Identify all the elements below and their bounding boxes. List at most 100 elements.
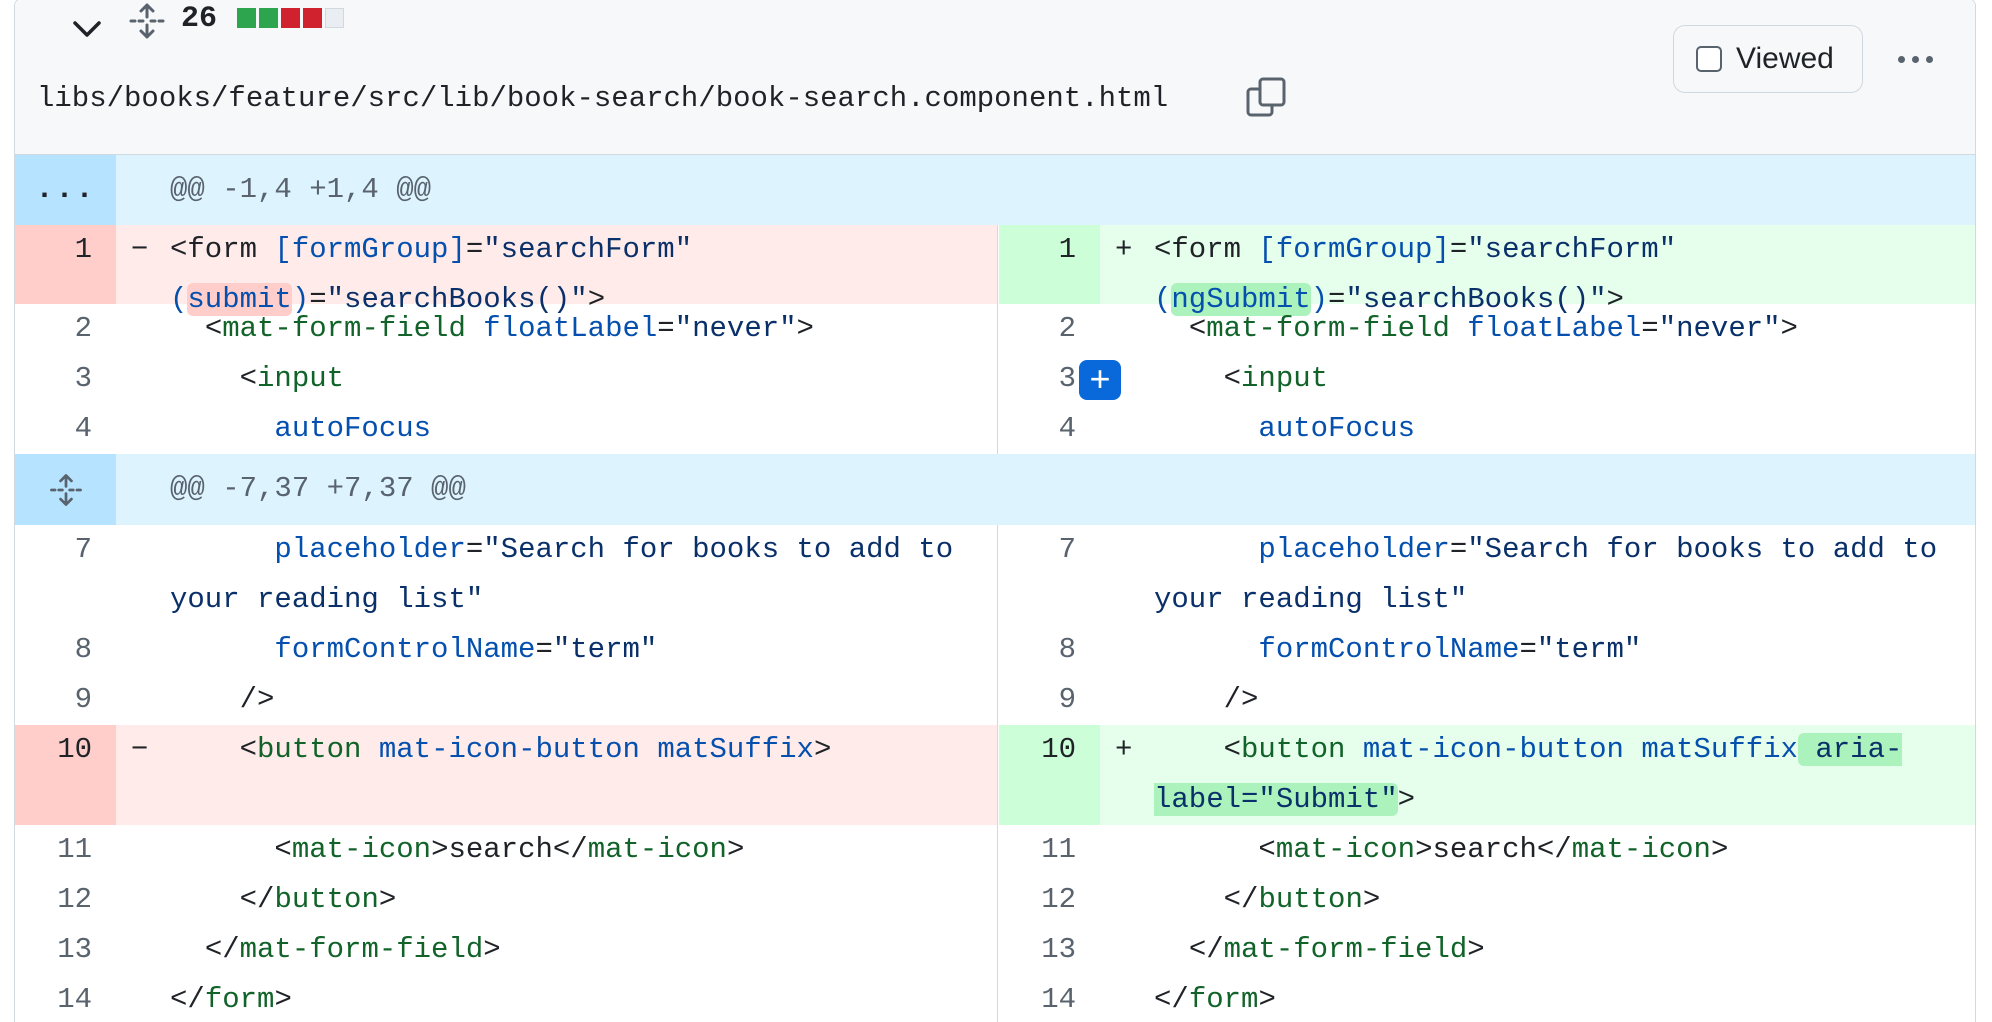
context-line: 2 <mat-form-field floatLabel="never"> bbox=[15, 304, 998, 354]
code-line: <mat-form-field floatLabel="never"> bbox=[1188, 312, 1798, 345]
line-number[interactable]: 1 bbox=[999, 225, 1100, 304]
context-line: 11 <mat-icon>search</mat-icon> bbox=[15, 825, 998, 875]
split-diff: ... @@ -1,4 +1,4 @@ 1 − <form [formGroup… bbox=[15, 155, 1975, 1022]
line-number[interactable]: 13 bbox=[15, 925, 116, 975]
line-number[interactable]: 4 bbox=[999, 404, 1100, 454]
kebab-horizontal-icon[interactable] bbox=[1891, 37, 1939, 81]
viewed-label: Viewed bbox=[1736, 42, 1834, 75]
diff-row: 8 formControlName="term" 8 formControlNa… bbox=[15, 625, 1975, 675]
line-number[interactable]: 1 bbox=[15, 225, 116, 304]
deletion-marker: − bbox=[131, 233, 149, 266]
diffstat-block-deleted bbox=[281, 8, 300, 28]
hunk-header-text: @@ -7,37 +7,37 @@ bbox=[170, 472, 466, 505]
context-line: 3 + <input bbox=[999, 354, 1975, 404]
context-line: 8 formControlName="term" bbox=[15, 625, 998, 675]
code-line: </mat-form-field> bbox=[204, 933, 501, 966]
code-line: /> bbox=[1223, 683, 1259, 716]
diffstat-block-deleted bbox=[303, 8, 322, 28]
copy-icon[interactable] bbox=[1244, 75, 1288, 119]
unfold-icon[interactable] bbox=[15, 454, 116, 525]
line-number[interactable]: 11 bbox=[15, 825, 116, 875]
file-header: 26 libs/books/feature/src/lib/book-searc… bbox=[15, 0, 1975, 155]
context-line: 14 </form> bbox=[15, 975, 998, 1022]
line-number[interactable]: 14 bbox=[15, 975, 116, 1022]
diff-row: 7 placeholder="Search for books to add t… bbox=[15, 525, 1975, 625]
line-number[interactable]: 9 bbox=[999, 675, 1100, 725]
context-line: 3 <input bbox=[15, 354, 998, 404]
plus-icon: + bbox=[1089, 358, 1111, 399]
context-line: 2 <mat-form-field floatLabel="never"> bbox=[999, 304, 1975, 354]
code-line: </button> bbox=[239, 883, 397, 916]
context-line: 7 placeholder="Search for books to add t… bbox=[999, 525, 1975, 625]
addition-marker: + bbox=[1115, 733, 1133, 766]
line-number[interactable]: 12 bbox=[999, 875, 1100, 925]
context-line: 9 /> bbox=[999, 675, 1975, 725]
checkbox-icon[interactable] bbox=[1696, 46, 1722, 72]
context-line: 4 autoFocus bbox=[15, 404, 998, 454]
diffstat-block-added bbox=[237, 8, 256, 28]
context-line: 14 </form> bbox=[999, 975, 1975, 1022]
line-number[interactable]: 2 bbox=[999, 304, 1100, 354]
context-line: 7 placeholder="Search for books to add t… bbox=[15, 525, 998, 625]
diff-row: 3 <input 3 + <input bbox=[15, 354, 1975, 404]
unfold-icon bbox=[49, 473, 82, 506]
context-line: 9 /> bbox=[15, 675, 998, 725]
code-line: <mat-icon>search</mat-icon> bbox=[1258, 833, 1729, 866]
added-line: 10 + <button mat-icon-button matSuffix a… bbox=[999, 725, 1975, 825]
line-number[interactable]: 8 bbox=[15, 625, 116, 675]
diff-row: 13 </mat-form-field> 13 </mat-form-field… bbox=[15, 925, 1975, 975]
line-number[interactable]: 7 bbox=[999, 525, 1100, 625]
line-number[interactable]: 8 bbox=[999, 625, 1100, 675]
diff-row: 12 </button> 12 </button> bbox=[15, 875, 1975, 925]
diff-row: 1 − <form [formGroup]="searchForm" (subm… bbox=[15, 225, 1975, 316]
added-line: 1 + <form [formGroup]="searchForm" (ngSu… bbox=[999, 225, 1975, 316]
expand-up-button[interactable]: ... bbox=[15, 155, 116, 225]
context-line: 12 </button> bbox=[15, 875, 998, 925]
line-number[interactable]: 3 bbox=[15, 354, 116, 404]
code-line: autoFocus bbox=[1258, 412, 1416, 445]
code-line: placeholder="Search for books to add to … bbox=[1154, 533, 1955, 616]
line-number[interactable]: 11 bbox=[999, 825, 1100, 875]
diff-row: 14 </form> 14 </form> bbox=[15, 975, 1975, 1022]
deleted-line: 10 − <button mat-icon-button matSuffix> bbox=[15, 725, 998, 825]
code-line: placeholder="Search for books to add to … bbox=[170, 533, 971, 616]
deletion-marker: − bbox=[131, 733, 149, 766]
code-line: <mat-form-field floatLabel="never"> bbox=[204, 312, 814, 345]
add-comment-button[interactable]: + bbox=[1079, 360, 1121, 400]
diff-row: 10 − <button mat-icon-button matSuffix> … bbox=[15, 725, 1975, 825]
context-line: 8 formControlName="term" bbox=[999, 625, 1975, 675]
line-number[interactable]: 4 bbox=[15, 404, 116, 454]
code-line: <button mat-icon-button matSuffix aria-l… bbox=[1154, 733, 1903, 816]
line-number[interactable]: 7 bbox=[15, 525, 116, 625]
context-line: 12 </button> bbox=[999, 875, 1975, 925]
code-line: </form> bbox=[1154, 983, 1276, 1016]
line-number[interactable]: 12 bbox=[15, 875, 116, 925]
addition-marker: + bbox=[1115, 233, 1133, 266]
deleted-line: 1 − <form [formGroup]="searchForm" (subm… bbox=[15, 225, 998, 316]
code-line: </form> bbox=[170, 983, 292, 1016]
context-line: 4 autoFocus bbox=[999, 404, 1975, 454]
code-line: </mat-form-field> bbox=[1188, 933, 1485, 966]
code-line: formControlName="term" bbox=[1258, 633, 1642, 666]
unfold-icon[interactable] bbox=[125, 1, 169, 41]
viewed-checkbox-button[interactable]: Viewed bbox=[1673, 25, 1863, 93]
chevron-down-icon[interactable] bbox=[67, 9, 107, 49]
line-number[interactable]: 9 bbox=[15, 675, 116, 725]
code-line: <mat-icon>search</mat-icon> bbox=[274, 833, 745, 866]
context-line: 13 </mat-form-field> bbox=[15, 925, 998, 975]
context-line: 13 </mat-form-field> bbox=[999, 925, 1975, 975]
line-number[interactable]: 14 bbox=[999, 975, 1100, 1022]
hunk-header: @@ -7,37 +7,37 @@ bbox=[15, 454, 1975, 525]
line-number[interactable]: 10 bbox=[15, 725, 116, 825]
diff-file: 26 libs/books/feature/src/lib/book-searc… bbox=[14, 0, 1976, 1022]
changed-lines-count: 26 bbox=[181, 2, 218, 36]
line-number[interactable]: 13 bbox=[999, 925, 1100, 975]
line-number[interactable]: 2 bbox=[15, 304, 116, 354]
diff-row: 4 autoFocus 4 autoFocus bbox=[15, 404, 1975, 454]
code-line: <input bbox=[1223, 362, 1329, 395]
file-path[interactable]: libs/books/feature/src/lib/book-search/b… bbox=[37, 79, 1168, 119]
diffstat bbox=[237, 8, 344, 28]
hunk-header: ... @@ -1,4 +1,4 @@ bbox=[15, 155, 1975, 225]
line-number[interactable]: 10 bbox=[999, 725, 1100, 825]
diff-row: 2 <mat-form-field floatLabel="never"> 2 … bbox=[15, 304, 1975, 354]
